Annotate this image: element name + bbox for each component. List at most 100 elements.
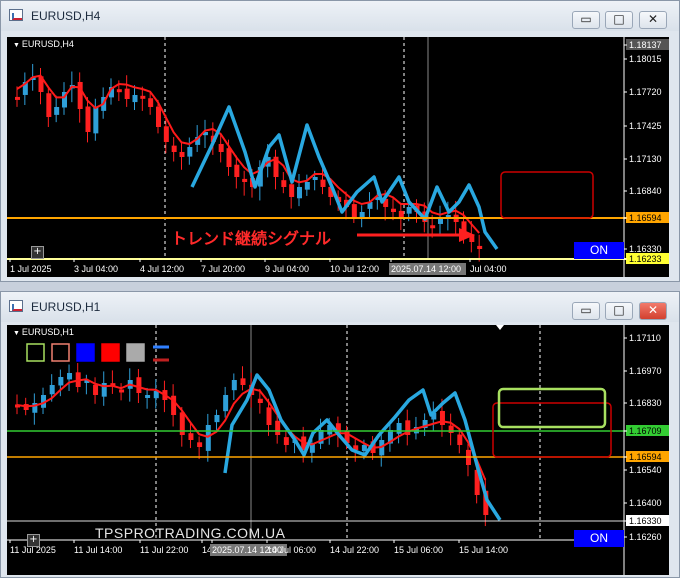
time-tick-label: 10 Jul 12:00 xyxy=(330,264,379,274)
price-tick-label: 1.16840 xyxy=(629,186,662,196)
price-tick-label: 1.16233 xyxy=(629,254,662,264)
candle-body xyxy=(136,377,142,393)
plus-icon[interactable]: + xyxy=(31,246,44,259)
candle-body xyxy=(448,425,454,433)
candle-body xyxy=(188,433,194,440)
symbol-label: ▼ EURUSD,H4 xyxy=(13,39,74,49)
candle-body xyxy=(223,395,229,412)
time-tick-label: 4 Jul 12:00 xyxy=(140,264,184,274)
title-bar[interactable]: EURUSD,H4 ▭ □ ✕ xyxy=(1,1,679,31)
candle-body xyxy=(46,93,52,117)
time-tick-label: 3 Jul 04:00 xyxy=(74,264,118,274)
candle-body xyxy=(77,81,83,109)
price-tick-label: 1.16540 xyxy=(629,465,662,475)
window-title: EURUSD,H1 xyxy=(31,300,101,314)
candle-body xyxy=(257,398,263,403)
candle-body xyxy=(477,245,483,249)
indicator-color-swatch xyxy=(26,343,45,362)
time-tick-label: Jul 04:00 xyxy=(470,264,507,274)
price-tick-label: 1.17425 xyxy=(629,121,662,131)
title-bar[interactable]: EURUSD,H1 ▭ □ ✕ xyxy=(1,292,679,322)
candle-body xyxy=(116,89,122,93)
candle-body xyxy=(320,179,326,187)
candle-body xyxy=(179,151,185,157)
time-tick-label: 11 Jul 22:00 xyxy=(140,545,188,555)
time-tick-label: 14 Jul 06:00 xyxy=(267,545,316,555)
candle-body xyxy=(242,178,248,182)
chart-window-icon xyxy=(9,300,23,312)
trend-signal-label: トレンド継続シグナル xyxy=(171,229,332,248)
price-tick-label: 1.16709 xyxy=(629,426,662,436)
time-tick-label: 14 Jul 22:00 xyxy=(330,545,379,555)
candle-body xyxy=(231,380,237,391)
entry-zone-box xyxy=(497,387,607,429)
indicator-color-swatch xyxy=(126,343,145,362)
price-tick-label: 1.16400 xyxy=(629,498,662,508)
candle-body xyxy=(266,407,272,425)
candle-body xyxy=(398,210,404,217)
candle-body xyxy=(58,377,64,386)
candle-body xyxy=(289,184,295,197)
price-tick-label: 1.16330 xyxy=(629,516,662,526)
time-tick-label: 7 Jul 20:00 xyxy=(201,264,245,274)
candle-body xyxy=(391,208,396,212)
chart-window-h1: EURUSD,H1 ▭ □ ✕ 1.17110 1.16970 1.16830 1.1… xyxy=(0,291,680,578)
candle-body xyxy=(205,425,211,451)
plus-icon[interactable]: + xyxy=(27,534,40,547)
time-tick-label: 2025.07.14 12:00 xyxy=(391,264,461,274)
candle-body xyxy=(15,96,20,100)
candle-body xyxy=(85,106,91,132)
indicator-color-swatch xyxy=(51,343,70,362)
candle-body xyxy=(430,225,436,229)
on-toggle-button[interactable]: ON xyxy=(574,530,624,547)
close-button[interactable]: ✕ xyxy=(639,302,667,320)
candle-body xyxy=(304,182,310,190)
chart-window-icon xyxy=(9,9,23,21)
minimize-button[interactable]: ▭ xyxy=(572,11,600,29)
candle-body xyxy=(275,420,281,435)
candle-body xyxy=(49,385,55,395)
candle-body xyxy=(93,384,99,395)
candle-body xyxy=(283,437,289,445)
candle-body xyxy=(148,98,154,107)
price-chart-h1[interactable]: 1.17110 1.16970 1.16830 1.16709 1.16594 1.165… xyxy=(7,325,669,575)
price-tick-label: 1.16970 xyxy=(629,366,662,376)
maximize-button[interactable]: □ xyxy=(605,302,633,320)
candle-body xyxy=(187,147,193,157)
candle-body xyxy=(361,445,367,451)
candle-body xyxy=(218,143,224,152)
candle-body xyxy=(439,410,445,425)
target-zone-box xyxy=(500,171,594,219)
price-tick-label: 1.16830 xyxy=(629,398,662,408)
price-tick-label: 1.18015 xyxy=(629,54,662,64)
candle-body xyxy=(351,204,357,217)
time-tick-label: 15 Jul 14:00 xyxy=(459,545,508,555)
candle-body xyxy=(54,107,60,115)
price-chart-h4[interactable]: 1.18137 1.18015 1.17720 1.17425 1.17130 1.168… xyxy=(7,37,669,277)
candle-body xyxy=(119,389,125,393)
on-toggle-button[interactable]: ON xyxy=(574,242,624,259)
minimize-button[interactable]: ▭ xyxy=(572,302,600,320)
close-button[interactable]: ✕ xyxy=(639,11,667,29)
candle-body xyxy=(140,95,146,99)
candle-body xyxy=(297,187,302,199)
candle-body xyxy=(234,164,240,177)
candle-body xyxy=(67,373,73,380)
candle-body xyxy=(124,88,130,99)
candle-body xyxy=(197,442,203,447)
maximize-button[interactable]: □ xyxy=(605,11,633,29)
price-tick-label: 1.16594 xyxy=(629,452,662,462)
candle-body xyxy=(406,207,412,214)
candle-body xyxy=(281,180,287,187)
target-zone-box xyxy=(492,402,612,458)
price-tick-label: 1.17130 xyxy=(629,154,662,164)
candle-body xyxy=(438,219,443,224)
candle-body xyxy=(240,378,246,385)
window-title: EURUSD,H4 xyxy=(31,9,101,23)
candle-body xyxy=(312,177,318,180)
candle-body xyxy=(457,434,463,445)
time-tick-label: 15 Jul 06:00 xyxy=(394,545,443,555)
candle-body xyxy=(156,106,161,127)
candle-body xyxy=(396,423,402,434)
price-tick-label: 1.17720 xyxy=(629,87,662,97)
